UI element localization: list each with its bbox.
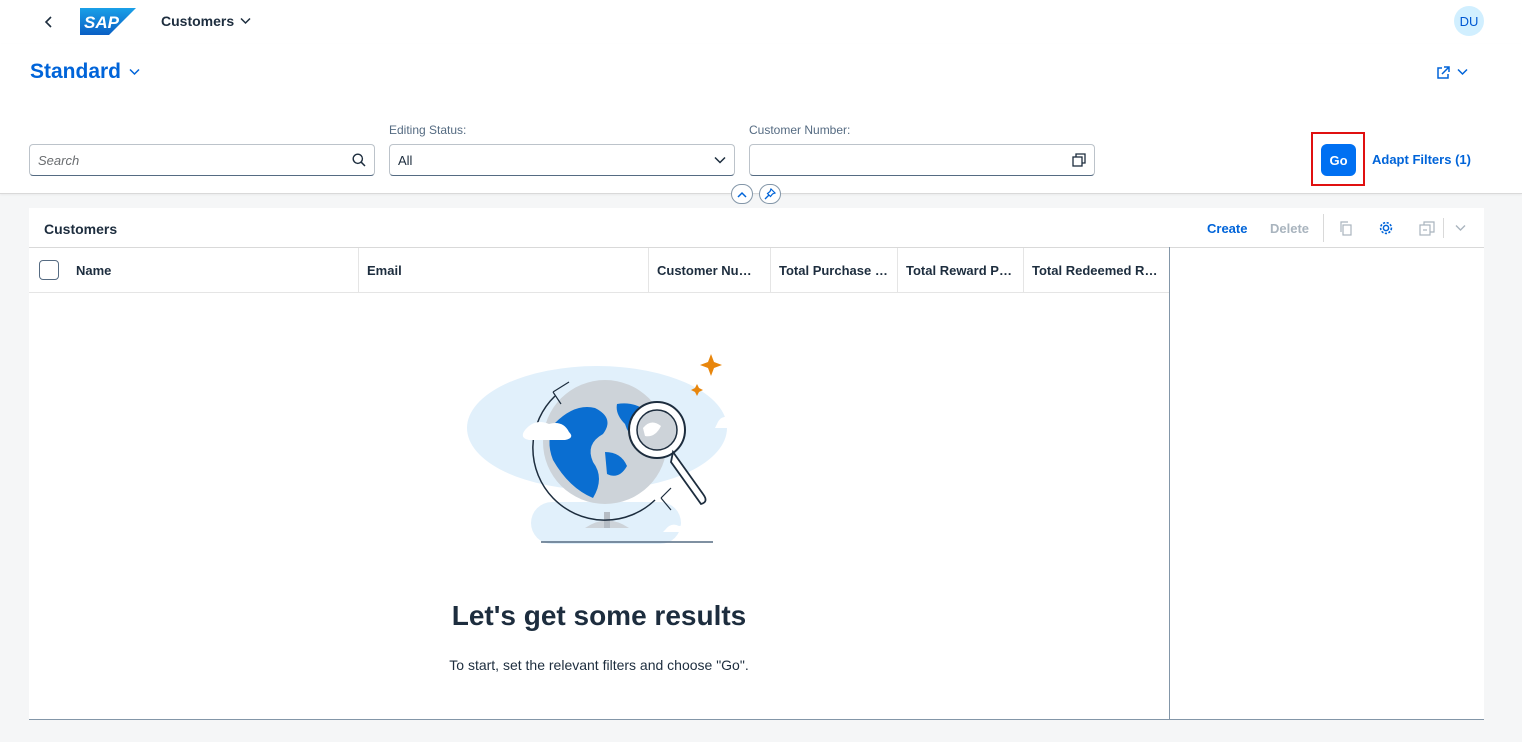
- collapse-header-button[interactable]: [731, 184, 753, 204]
- value-help-icon[interactable]: [1072, 153, 1086, 167]
- table-panel: Customers Create Delete Name Email Custo…: [29, 208, 1484, 720]
- create-button[interactable]: Create: [1207, 221, 1247, 236]
- chevron-down-icon: [240, 17, 251, 25]
- editing-status-label: Editing Status:: [389, 123, 467, 137]
- column-header-total-redeemed-rewards[interactable]: Total Redeemed Rewards: [1023, 248, 1169, 293]
- back-button[interactable]: [38, 11, 60, 33]
- export-button[interactable]: [1417, 218, 1437, 238]
- chevron-left-icon: [44, 16, 52, 28]
- share-icon: [1437, 65, 1450, 79]
- header-line: [1170, 247, 1484, 248]
- chevron-down-icon[interactable]: [714, 156, 726, 164]
- chevron-down-icon: [129, 68, 140, 76]
- chevron-down-icon: [1457, 68, 1468, 76]
- column-header-total-reward-points[interactable]: Total Reward Points: [897, 248, 1023, 293]
- variant-selector[interactable]: Standard: [30, 60, 140, 84]
- copy-button[interactable]: [1336, 218, 1356, 238]
- column-header-customer-number[interactable]: Customer Number: [648, 248, 770, 293]
- share-button[interactable]: [1436, 61, 1476, 83]
- editing-status-value: All: [398, 152, 413, 168]
- column-header-total-purchase-value[interactable]: Total Purchase Value: [770, 248, 897, 293]
- select-all-checkbox[interactable]: [39, 260, 59, 280]
- delete-button[interactable]: Delete: [1270, 221, 1309, 236]
- table-header: Name Email Customer Number Total Purchas…: [29, 247, 1169, 293]
- column-header-email[interactable]: Email: [358, 248, 648, 293]
- customer-number-label: Customer Number:: [749, 123, 851, 137]
- sap-logo: SAP: [80, 8, 136, 35]
- toolbar-separator: [1323, 214, 1324, 242]
- search-placeholder: Search: [38, 152, 80, 168]
- user-avatar[interactable]: DU: [1454, 6, 1484, 36]
- editing-status-select[interactable]: All: [389, 144, 735, 176]
- toolbar-separator: [1443, 218, 1444, 238]
- table-bottom-border: [29, 719, 1484, 720]
- export-icon: [1419, 220, 1435, 236]
- pin-header-button[interactable]: [759, 184, 781, 204]
- pin-icon: [764, 188, 776, 200]
- chevron-down-icon: [1455, 225, 1465, 231]
- table-title: Customers: [44, 221, 118, 237]
- search-icon[interactable]: [352, 153, 366, 167]
- copy-icon: [1340, 220, 1352, 236]
- chevron-up-icon: [737, 191, 747, 198]
- column-divider: [1169, 247, 1170, 720]
- empty-state-description: To start, set the relevant filters and c…: [449, 657, 749, 673]
- settings-button[interactable]: [1376, 218, 1396, 238]
- customer-number-input[interactable]: [749, 144, 1095, 176]
- variant-name: Standard: [30, 60, 122, 83]
- empty-state-illustration: [465, 348, 743, 553]
- logo-text: SAP: [84, 13, 120, 32]
- column-header-name[interactable]: Name: [68, 248, 358, 293]
- app-title-menu[interactable]: Customers: [161, 13, 251, 29]
- adapt-filters-button[interactable]: Adapt Filters (1): [1372, 152, 1471, 167]
- gear-icon: [1379, 221, 1393, 235]
- empty-state-title: Let's get some results: [451, 600, 747, 631]
- star-icon: [700, 354, 722, 376]
- search-input[interactable]: Search: [29, 144, 375, 176]
- go-button[interactable]: Go: [1321, 144, 1356, 176]
- export-menu-button[interactable]: [1450, 218, 1470, 238]
- app-title: Customers: [161, 13, 235, 29]
